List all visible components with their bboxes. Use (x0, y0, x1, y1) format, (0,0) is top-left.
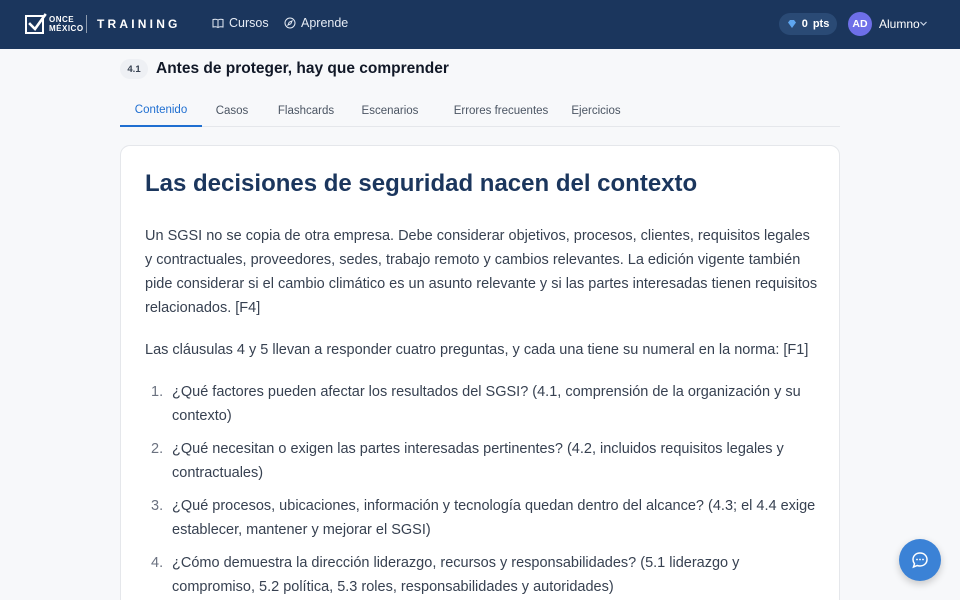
tab-casos[interactable]: Casos (208, 95, 256, 126)
book-open-icon (212, 18, 224, 29)
chat-bubble-icon (912, 552, 928, 569)
list-item-number: 1. (151, 384, 164, 400)
lesson-title: Antes de proteger, hay que comprender (156, 60, 449, 77)
points-value: 0 (801, 18, 808, 30)
content-tabs: Contenido Casos Flashcards Escenarios Er… (120, 95, 840, 127)
chat-button[interactable] (899, 539, 941, 581)
content-card: Las decisiones de seguridad nacen del co… (120, 145, 840, 600)
tab-contenido[interactable]: Contenido (120, 95, 202, 127)
list-item-number: 3. (151, 498, 164, 514)
brand-name: TRAINING (97, 17, 181, 31)
content-title: Las decisiones de seguridad nacen del co… (145, 170, 698, 197)
top-navigation-bar: ONCE MÉXICO TRAINING Cursos Aprende 0 pt… (0, 0, 960, 49)
tab-ejercicios[interactable]: Ejercicios (564, 95, 628, 126)
tab-escenarios[interactable]: Escenarios (356, 95, 424, 126)
list-item-text: ¿Qué procesos, ubicaciones, información … (172, 498, 816, 538)
list-item: 4. ¿Cómo demuestra la dirección liderazgo… (145, 551, 821, 599)
content-paragraph-2: Las cláusulas 4 y 5 llevan a responder c… (145, 342, 809, 358)
list-item-text: ¿Qué factores pueden afectar los resulta… (172, 384, 801, 424)
chevron-down-icon[interactable] (919, 19, 928, 28)
logo-line-2: MÉXICO (49, 24, 84, 33)
points-badge[interactable]: 0 pts (779, 13, 837, 35)
list-item: 1. ¿Qué factores pueden afectar los resul… (145, 380, 821, 428)
list-item-text: ¿Cómo demuestra la dirección liderazgo, … (172, 555, 740, 595)
tab-errores-frecuentes[interactable]: Errores frecuentes (440, 95, 562, 126)
questions-list: 1. ¿Qué factores pueden afectar los resul… (145, 380, 821, 600)
user-name[interactable]: Alumno (879, 17, 920, 31)
nav-aprende-label: Aprende (301, 16, 349, 30)
logo-check-icon (25, 13, 47, 34)
points-unit: pts (812, 18, 830, 30)
list-item-text: ¿Qué necesitan o exigen las partes inter… (172, 441, 784, 481)
compass-icon (284, 17, 296, 29)
lesson-number-badge: 4.1 (120, 59, 148, 79)
logo-text: ONCE MÉXICO (49, 15, 84, 33)
content-paragraph-1: Un SGSI no se copia de otra empresa. Deb… (145, 228, 818, 316)
user-avatar[interactable]: AD (848, 12, 872, 36)
logo-divider (86, 15, 87, 33)
list-item: 3. ¿Qué procesos, ubicaciones, informació… (145, 494, 821, 542)
list-item-number: 4. (151, 555, 164, 571)
list-item-number: 2. (151, 441, 164, 457)
tab-flashcards[interactable]: Flashcards (270, 95, 342, 126)
nav-cursos[interactable]: Cursos (212, 16, 269, 30)
logo-line-1: ONCE (49, 15, 75, 24)
brand-logo[interactable]: ONCE MÉXICO (25, 13, 84, 35)
diamond-icon (787, 20, 796, 28)
list-item: 2. ¿Qué necesitan o exigen las partes int… (145, 437, 821, 485)
nav-aprende[interactable]: Aprende (284, 16, 348, 30)
nav-cursos-label: Cursos (229, 16, 269, 30)
